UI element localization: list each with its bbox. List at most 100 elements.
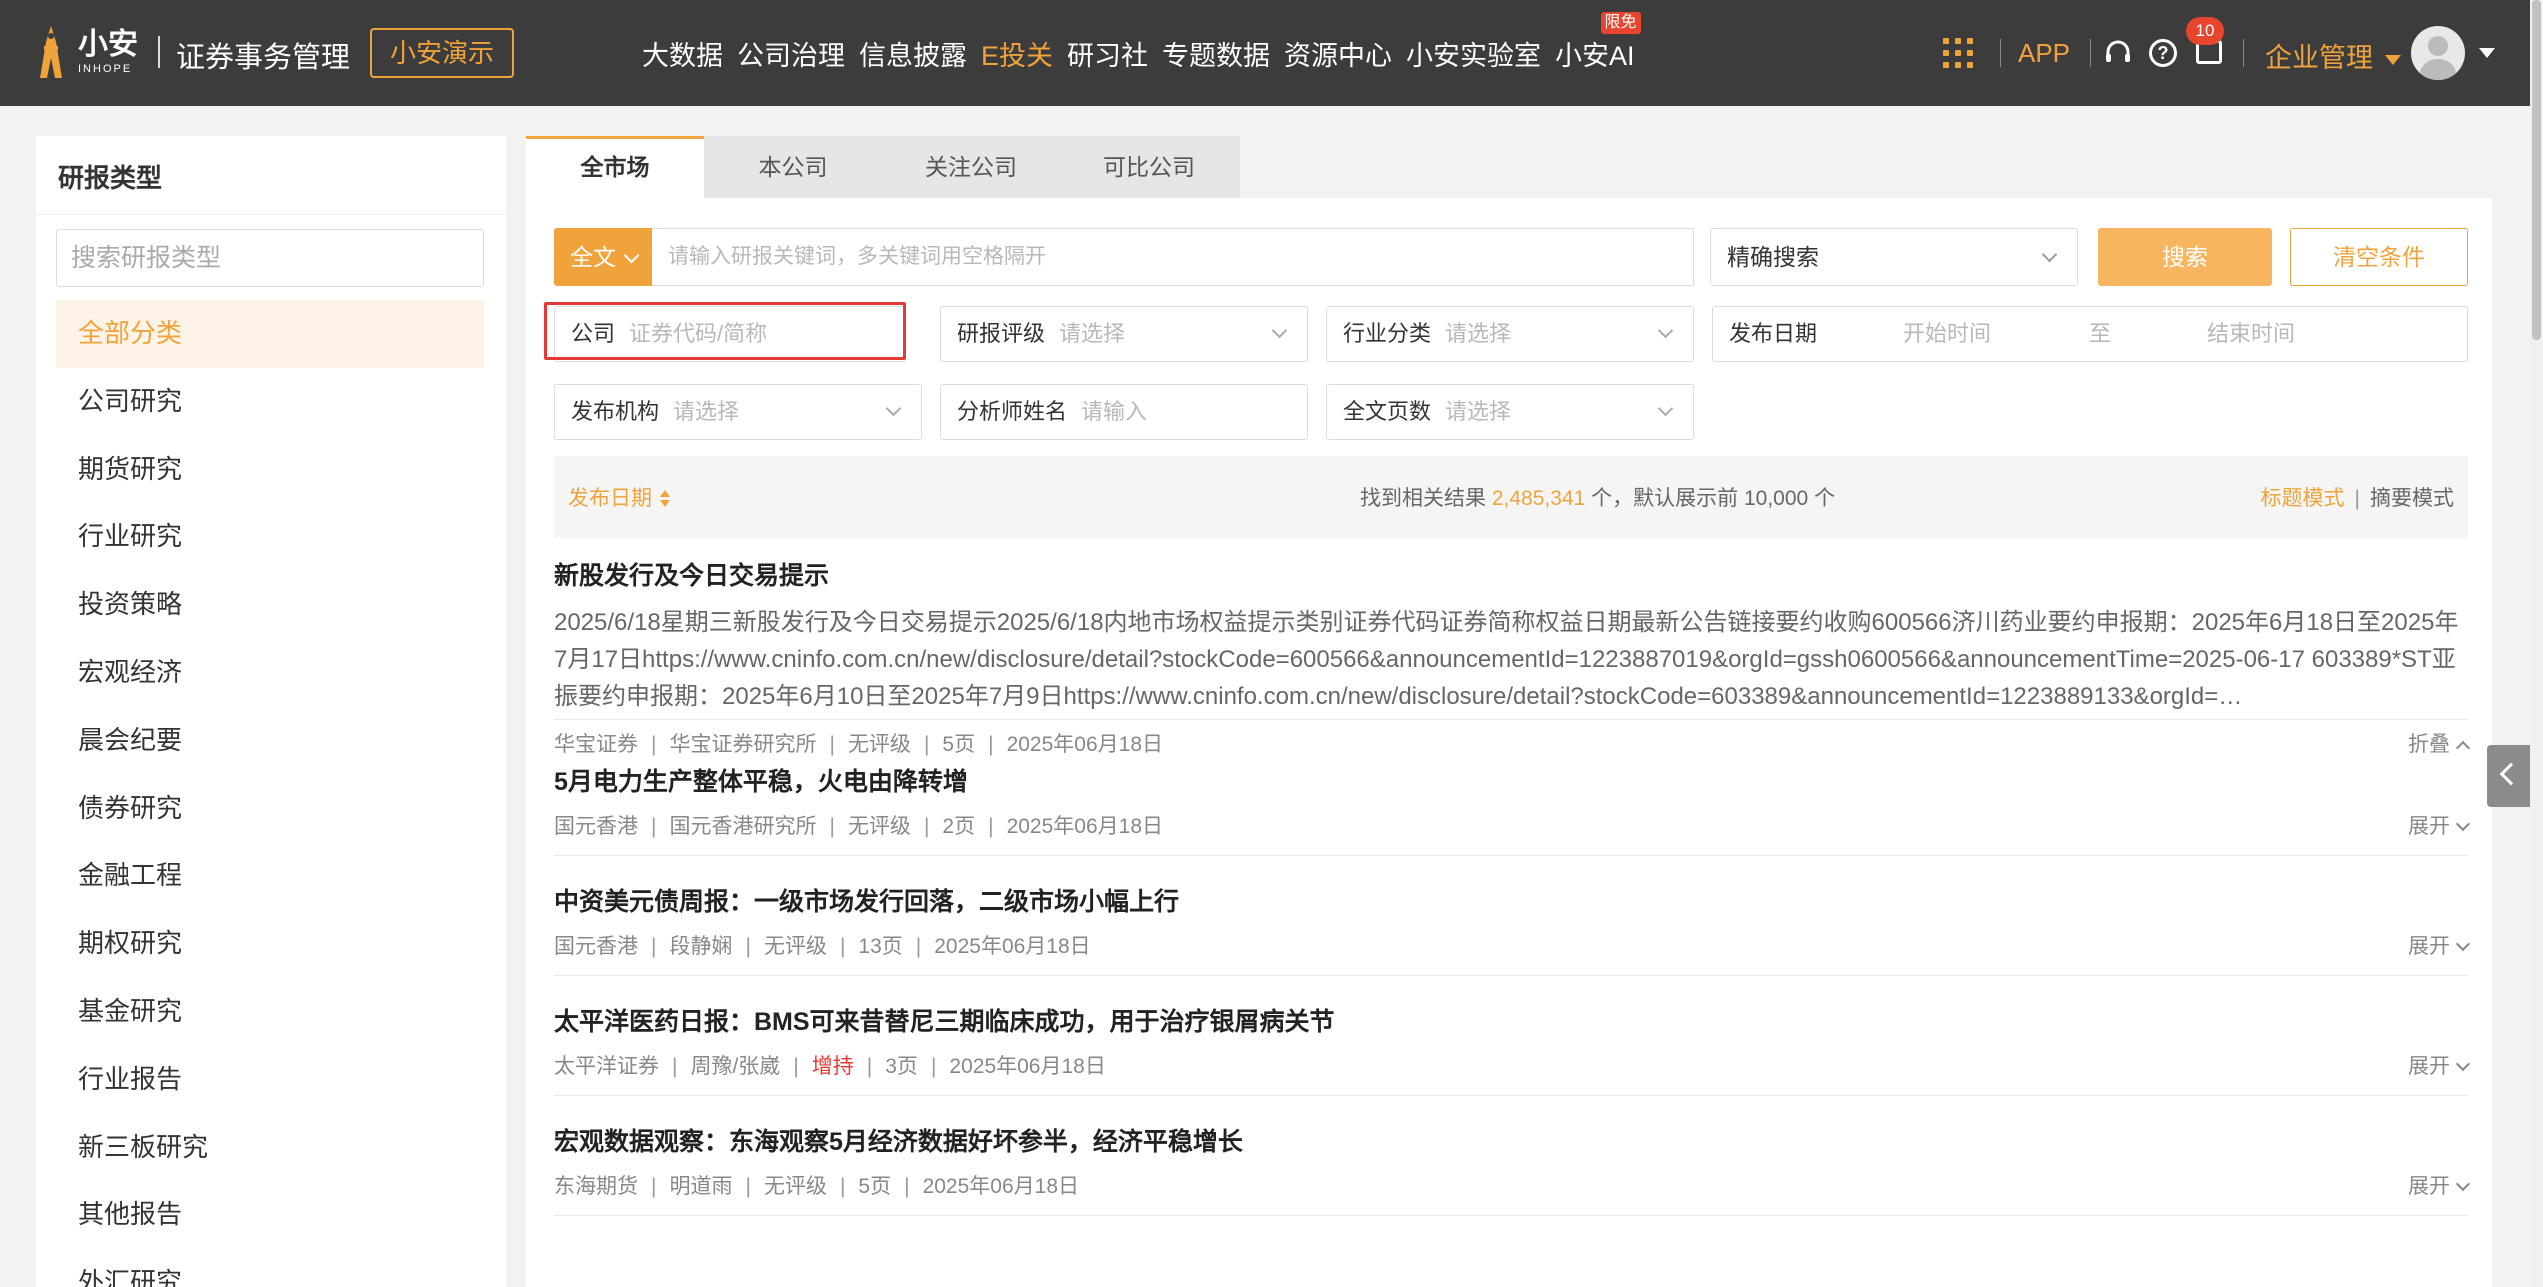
tab-comparable-companies[interactable]: 可比公司 bbox=[1060, 136, 1238, 198]
report-title[interactable]: 宏观数据观察：东海观察5月经济数据好坏参半，经济平稳增长 bbox=[554, 1122, 2468, 1158]
sidebar-item-macro[interactable]: 宏观经济 bbox=[56, 639, 484, 707]
title-mode-link[interactable]: 标题模式 bbox=[2261, 487, 2345, 510]
analyst-filter-placeholder: 请输入 bbox=[1081, 399, 1148, 424]
report-type-search-input[interactable] bbox=[56, 229, 484, 287]
chevron-down-icon bbox=[2455, 816, 2471, 832]
rating-filter-label: 研报评级 bbox=[957, 321, 1046, 346]
date-filter-label: 发布日期 bbox=[1729, 321, 1818, 346]
apps-grid-icon[interactable] bbox=[1943, 38, 1973, 68]
search-scope-label: 全文 bbox=[570, 244, 616, 270]
enterprise-menu[interactable]: 企业管理 bbox=[2265, 36, 2401, 75]
nav-item-disclosure[interactable]: 信息披露 bbox=[859, 34, 967, 73]
report-broker: 华宝证券 bbox=[554, 733, 638, 756]
report-date: 2025年06月18日 bbox=[949, 1055, 1106, 1078]
expand-label: 展开 bbox=[2408, 935, 2450, 958]
report-meta: 华宝证券 | 华宝证券研究所 | 无评级 | 5页 | 2025年06月18日 bbox=[554, 733, 1163, 756]
sidebar-item-forex[interactable]: 外汇研究 bbox=[56, 1249, 484, 1287]
expand-toggle[interactable]: 展开 bbox=[2408, 930, 2471, 960]
institution-filter[interactable]: 发布机构 请选择 bbox=[554, 384, 922, 440]
sidebar-item-morning-meeting[interactable]: 晨会纪要 bbox=[56, 707, 484, 775]
result-summary-bar: 发布日期 找到相关结果 2,485,341 个，默认展示前 10,000 个 标… bbox=[554, 456, 2468, 538]
sort-by-date[interactable]: 发布日期 bbox=[568, 482, 670, 512]
report-title[interactable]: 中资美元债周报：一级市场发行回落，二级市场小幅上行 bbox=[554, 882, 2468, 918]
report-rating: 无评级 bbox=[847, 815, 911, 838]
divider bbox=[36, 214, 506, 215]
report-rating: 增持 bbox=[811, 1055, 854, 1078]
nav-item-lab[interactable]: 小安实验室 bbox=[1406, 34, 1541, 73]
keyword-search-input[interactable] bbox=[652, 228, 1694, 286]
chevron-down-icon bbox=[2455, 1056, 2471, 1072]
avatar[interactable] bbox=[2411, 26, 2465, 80]
tab-all-market[interactable]: 全市场 bbox=[526, 136, 704, 198]
expand-toggle[interactable]: 展开 bbox=[2408, 810, 2471, 840]
logo[interactable]: 小安 INHOPE bbox=[34, 24, 138, 80]
product-title: 证券事务管理 bbox=[176, 42, 351, 74]
page-count-filter[interactable]: 全文页数 请选择 bbox=[1326, 384, 1694, 440]
demo-button[interactable]: 小安演示 bbox=[370, 28, 514, 78]
analyst-filter-label: 分析师姓名 bbox=[957, 399, 1068, 424]
report-date: 2025年06月18日 bbox=[1006, 815, 1163, 838]
report-author: 国元香港研究所 bbox=[669, 815, 817, 838]
nav-item-study-club[interactable]: 研习社 bbox=[1067, 34, 1148, 73]
abstract-mode-link[interactable]: 摘要模式 bbox=[2370, 487, 2454, 510]
sidebar-item-financial-engineering[interactable]: 金融工程 bbox=[56, 842, 484, 910]
report-title[interactable]: 5月电力生产整体平稳，火电由降转增 bbox=[554, 762, 2468, 798]
sort-icon bbox=[660, 490, 670, 508]
report-meta: 东海期货 | 明道雨 | 无评级 | 5页 | 2025年06月18日 bbox=[554, 1175, 1079, 1198]
tab-followed-companies[interactable]: 关注公司 bbox=[882, 136, 1060, 198]
expand-toggle[interactable]: 展开 bbox=[2408, 1050, 2471, 1080]
expand-label: 展开 bbox=[2408, 1175, 2450, 1198]
clear-conditions-button[interactable]: 清空条件 bbox=[2290, 228, 2468, 286]
nav-item-ai[interactable]: 小安AI 限免 bbox=[1555, 12, 1641, 73]
sidebar-item-industry-report[interactable]: 行业报告 bbox=[56, 1046, 484, 1114]
analyst-filter[interactable]: 分析师姓名 请输入 bbox=[940, 384, 1308, 440]
report-title[interactable]: 新股发行及今日交易提示 bbox=[554, 556, 2468, 592]
scrollbar-thumb[interactable] bbox=[2532, 0, 2541, 340]
headset-icon[interactable] bbox=[2103, 38, 2133, 73]
industry-filter[interactable]: 行业分类 请选择 bbox=[1326, 306, 1694, 362]
sidebar-item-industry[interactable]: 行业研究 bbox=[56, 503, 484, 571]
nav-item-bigdata[interactable]: 大数据 bbox=[642, 34, 723, 73]
report-type-list: 全部分类 公司研究 期货研究 行业研究 投资策略 宏观经济 晨会纪要 债券研究 … bbox=[56, 300, 484, 1287]
date-range-filter[interactable]: 发布日期 开始时间 至 结束时间 bbox=[1712, 306, 2468, 362]
nav-item-e-ir[interactable]: E投关 bbox=[981, 34, 1053, 73]
report-abstract: 2025/6/18星期三新股发行及今日交易提示2025/6/18内地市场权益提示… bbox=[554, 609, 2459, 710]
user-menu-caret-icon[interactable] bbox=[2479, 44, 2495, 62]
sidebar-item-other[interactable]: 其他报告 bbox=[56, 1181, 484, 1249]
logo-name: 小安 bbox=[78, 27, 138, 61]
rating-filter[interactable]: 研报评级 请选择 bbox=[940, 306, 1308, 362]
sidebar-item-all[interactable]: 全部分类 bbox=[56, 300, 484, 368]
expand-toggle[interactable]: 展开 bbox=[2408, 1170, 2471, 1200]
result-count-number: 2,485,341 bbox=[1491, 487, 1586, 510]
sidebar-item-futures[interactable]: 期货研究 bbox=[56, 436, 484, 504]
collapse-toggle[interactable]: 折叠 bbox=[2408, 728, 2471, 758]
search-button[interactable]: 搜索 bbox=[2098, 228, 2272, 286]
caret-down-icon bbox=[2385, 54, 2401, 65]
nav-item-governance[interactable]: 公司治理 bbox=[737, 34, 845, 73]
sidebar-item-fund[interactable]: 基金研究 bbox=[56, 978, 484, 1046]
search-scope-select[interactable]: 全文 bbox=[554, 228, 652, 286]
page-scrollbar[interactable] bbox=[2530, 0, 2543, 1287]
app-link[interactable]: APP bbox=[2018, 38, 2070, 69]
institution-filter-label: 发布机构 bbox=[571, 399, 660, 424]
report-title[interactable]: 太平洋医药日报：BMS可来昔替尼三期临床成功，用于治疗银屑病关节 bbox=[554, 1002, 2468, 1038]
date-start-input[interactable]: 开始时间 bbox=[1903, 307, 1991, 361]
sidebar-item-bond[interactable]: 债券研究 bbox=[56, 775, 484, 843]
sidebar-item-neeq[interactable]: 新三板研究 bbox=[56, 1114, 484, 1182]
industry-filter-label: 行业分类 bbox=[1343, 321, 1432, 346]
collapse-side-panel-button[interactable] bbox=[2487, 745, 2530, 807]
help-icon[interactable]: ? bbox=[2149, 39, 2177, 67]
sidebar-item-options[interactable]: 期权研究 bbox=[56, 910, 484, 978]
report-pages: 5页 bbox=[858, 1175, 892, 1198]
sidebar-item-strategy[interactable]: 投资策略 bbox=[56, 571, 484, 639]
date-range-separator: 至 bbox=[2089, 321, 2112, 346]
nav-item-resource-center[interactable]: 资源中心 bbox=[1284, 34, 1392, 73]
search-mode-select[interactable]: 精确搜索 bbox=[1710, 228, 2078, 286]
tab-own-company[interactable]: 本公司 bbox=[704, 136, 882, 198]
chevron-up-icon bbox=[2455, 740, 2471, 756]
date-end-input[interactable]: 结束时间 bbox=[2207, 307, 2295, 361]
report-pages: 3页 bbox=[885, 1055, 918, 1078]
nav-item-topic-data[interactable]: 专题数据 bbox=[1162, 34, 1270, 73]
report-item: 新股发行及今日交易提示 2025/6/18星期三新股发行及今日交易提示2025/… bbox=[554, 556, 2471, 756]
sidebar-item-company[interactable]: 公司研究 bbox=[56, 368, 484, 436]
